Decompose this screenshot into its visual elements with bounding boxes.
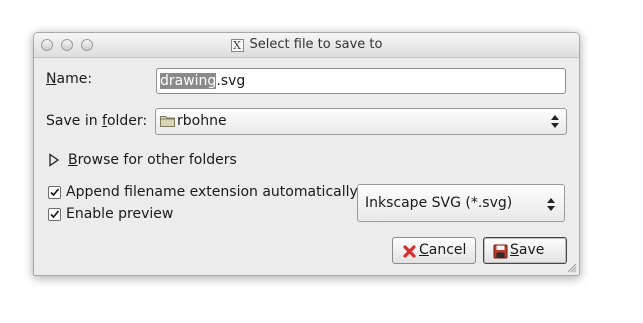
x11-app-icon: X <box>230 39 244 52</box>
expander-triangle-icon <box>49 153 60 167</box>
filename-selected-text: drawing <box>160 73 217 89</box>
cancel-button[interactable]: Cancel <box>392 237 476 264</box>
title-bar: X Select file to save to <box>34 33 579 58</box>
cancel-button-label: Cancel <box>419 242 467 258</box>
file-type-value: Inkscape SVG (*.svg) <box>365 195 513 211</box>
enable-preview-checkbox[interactable] <box>48 208 61 221</box>
name-label-mnemonic: N <box>46 71 57 87</box>
checkmark-icon <box>50 210 60 219</box>
save-folder-value: rbohne <box>177 113 227 129</box>
window-title: Select file to save to <box>249 37 383 52</box>
checkmark-icon <box>50 188 60 197</box>
save-button-label: Save <box>510 242 545 258</box>
save-folder-combobox[interactable]: rbohne <box>155 108 567 135</box>
name-label: Name: <box>46 71 93 87</box>
folder-icon <box>160 116 175 127</box>
filename-extension-text: .svg <box>216 73 246 89</box>
enable-preview-label: Enable preview <box>66 206 174 222</box>
save-dialog: X Select file to save to Name: drawing.sv… <box>33 32 580 276</box>
cancel-x-icon <box>403 245 416 258</box>
title-container: X Select file to save to <box>34 37 579 52</box>
file-type-combobox[interactable]: Inkscape SVG (*.svg) <box>357 184 565 222</box>
save-button[interactable]: Save <box>483 237 567 264</box>
updown-arrows-icon <box>551 115 559 128</box>
resize-grip-icon[interactable] <box>566 262 577 273</box>
save-in-folder-label: Save in folder: <box>46 113 148 129</box>
floppy-disk-icon <box>493 244 508 259</box>
browse-folders-label: Browse for other folders <box>68 152 237 168</box>
filename-input[interactable]: drawing.svg <box>156 68 566 94</box>
append-extension-checkbox[interactable] <box>48 186 61 199</box>
updown-arrows-icon <box>547 198 555 211</box>
append-extension-label: Append filename extension automatically <box>66 184 358 200</box>
